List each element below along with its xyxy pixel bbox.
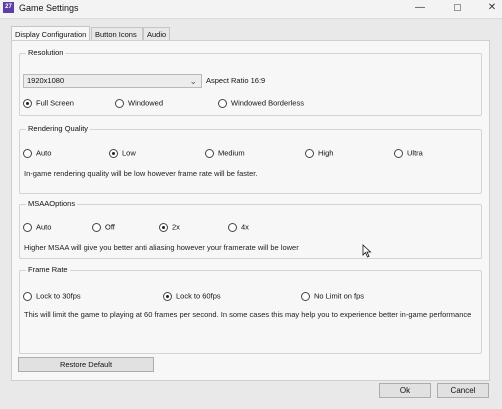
display-configuration-panel: Resolution 1920x1080 ⌄ Aspect Ratio 16:9… — [11, 40, 490, 381]
radio-quality-high[interactable]: High — [305, 148, 333, 158]
resolution-dropdown[interactable]: 1920x1080 ⌄ — [23, 74, 202, 88]
title-bar: 27 Game Settings — ✕ — [0, 0, 502, 19]
radio-windowed[interactable]: Windowed — [115, 98, 163, 108]
radio-quality-medium[interactable]: Medium — [205, 148, 245, 158]
radio-full-screen[interactable]: Full Screen — [23, 98, 74, 108]
minimize-button[interactable]: — — [400, 0, 440, 18]
tab-display-configuration[interactable]: Display Configuration — [11, 26, 90, 41]
radio-msaa-4x[interactable]: 4x — [228, 222, 249, 232]
minimize-icon: — — [415, 2, 425, 13]
radio-unselected-icon — [218, 98, 227, 108]
resolution-group: Resolution 1920x1080 ⌄ Aspect Ratio 16:9… — [19, 48, 482, 116]
radio-msaa-2x[interactable]: 2x — [159, 222, 180, 232]
radio-lock-60fps[interactable]: Lock to 60fps — [163, 291, 221, 301]
frame-rate-group-title: Frame Rate — [26, 265, 70, 274]
aspect-ratio-label: Aspect Ratio 16:9 — [206, 76, 266, 85]
close-button[interactable]: ✕ — [472, 0, 502, 18]
resolution-group-title: Resolution — [26, 48, 66, 57]
window-title: Game Settings — [19, 3, 79, 13]
maximize-button[interactable] — [437, 0, 477, 18]
frame-rate-group: Frame Rate Lock to 30fps Lock to 60fps N… — [19, 265, 482, 354]
radio-selected-icon — [163, 291, 172, 301]
radio-selected-icon — [109, 148, 118, 158]
cancel-button[interactable]: Cancel — [437, 383, 489, 398]
restore-default-button[interactable]: Restore Default — [18, 357, 154, 372]
radio-unselected-icon — [23, 148, 32, 158]
radio-quality-low[interactable]: Low — [109, 148, 136, 158]
radio-selected-icon — [23, 98, 32, 108]
msaa-options-group: MSAAOptions Auto Off 2x 4x Higher MSAA w… — [19, 199, 482, 259]
radio-unselected-icon — [23, 222, 32, 232]
resolution-dropdown-value: 1920x1080 — [27, 76, 65, 85]
radio-unselected-icon — [394, 148, 403, 158]
app-icon: 27 — [3, 2, 14, 13]
radio-unselected-icon — [301, 291, 310, 301]
radio-unselected-icon — [115, 98, 124, 108]
rendering-quality-description: In-game rendering quality will be low ho… — [24, 169, 258, 178]
radio-unselected-icon — [228, 222, 237, 232]
close-icon: ✕ — [487, 2, 497, 13]
rendering-quality-group-title: Rendering Quality — [26, 124, 91, 133]
radio-msaa-off[interactable]: Off — [92, 222, 115, 232]
msaa-group-title: MSAAOptions — [26, 199, 78, 208]
radio-no-limit-fps[interactable]: No Limit on fps — [301, 291, 364, 301]
rendering-quality-group: Rendering Quality Auto Low Medium High U… — [19, 124, 482, 194]
maximize-icon — [453, 3, 461, 11]
tab-button-icons[interactable]: Button Icons — [91, 27, 143, 41]
ok-button[interactable]: Ok — [379, 383, 431, 398]
radio-unselected-icon — [305, 148, 314, 158]
radio-unselected-icon — [205, 148, 214, 158]
chevron-down-icon: ⌄ — [189, 76, 197, 86]
frame-rate-description: This will limit the game to playing at 6… — [24, 310, 472, 319]
msaa-description: Higher MSAA will give you better anti al… — [24, 243, 299, 252]
radio-quality-auto[interactable]: Auto — [23, 148, 51, 158]
radio-unselected-icon — [23, 291, 32, 301]
radio-windowed-borderless[interactable]: Windowed Borderless — [218, 98, 304, 108]
radio-msaa-auto[interactable]: Auto — [23, 222, 51, 232]
radio-selected-icon — [159, 222, 168, 232]
tab-audio[interactable]: Audio — [143, 27, 170, 41]
radio-unselected-icon — [92, 222, 101, 232]
mouse-cursor-icon — [362, 244, 372, 258]
radio-lock-30fps[interactable]: Lock to 30fps — [23, 291, 81, 301]
radio-quality-ultra[interactable]: Ultra — [394, 148, 423, 158]
